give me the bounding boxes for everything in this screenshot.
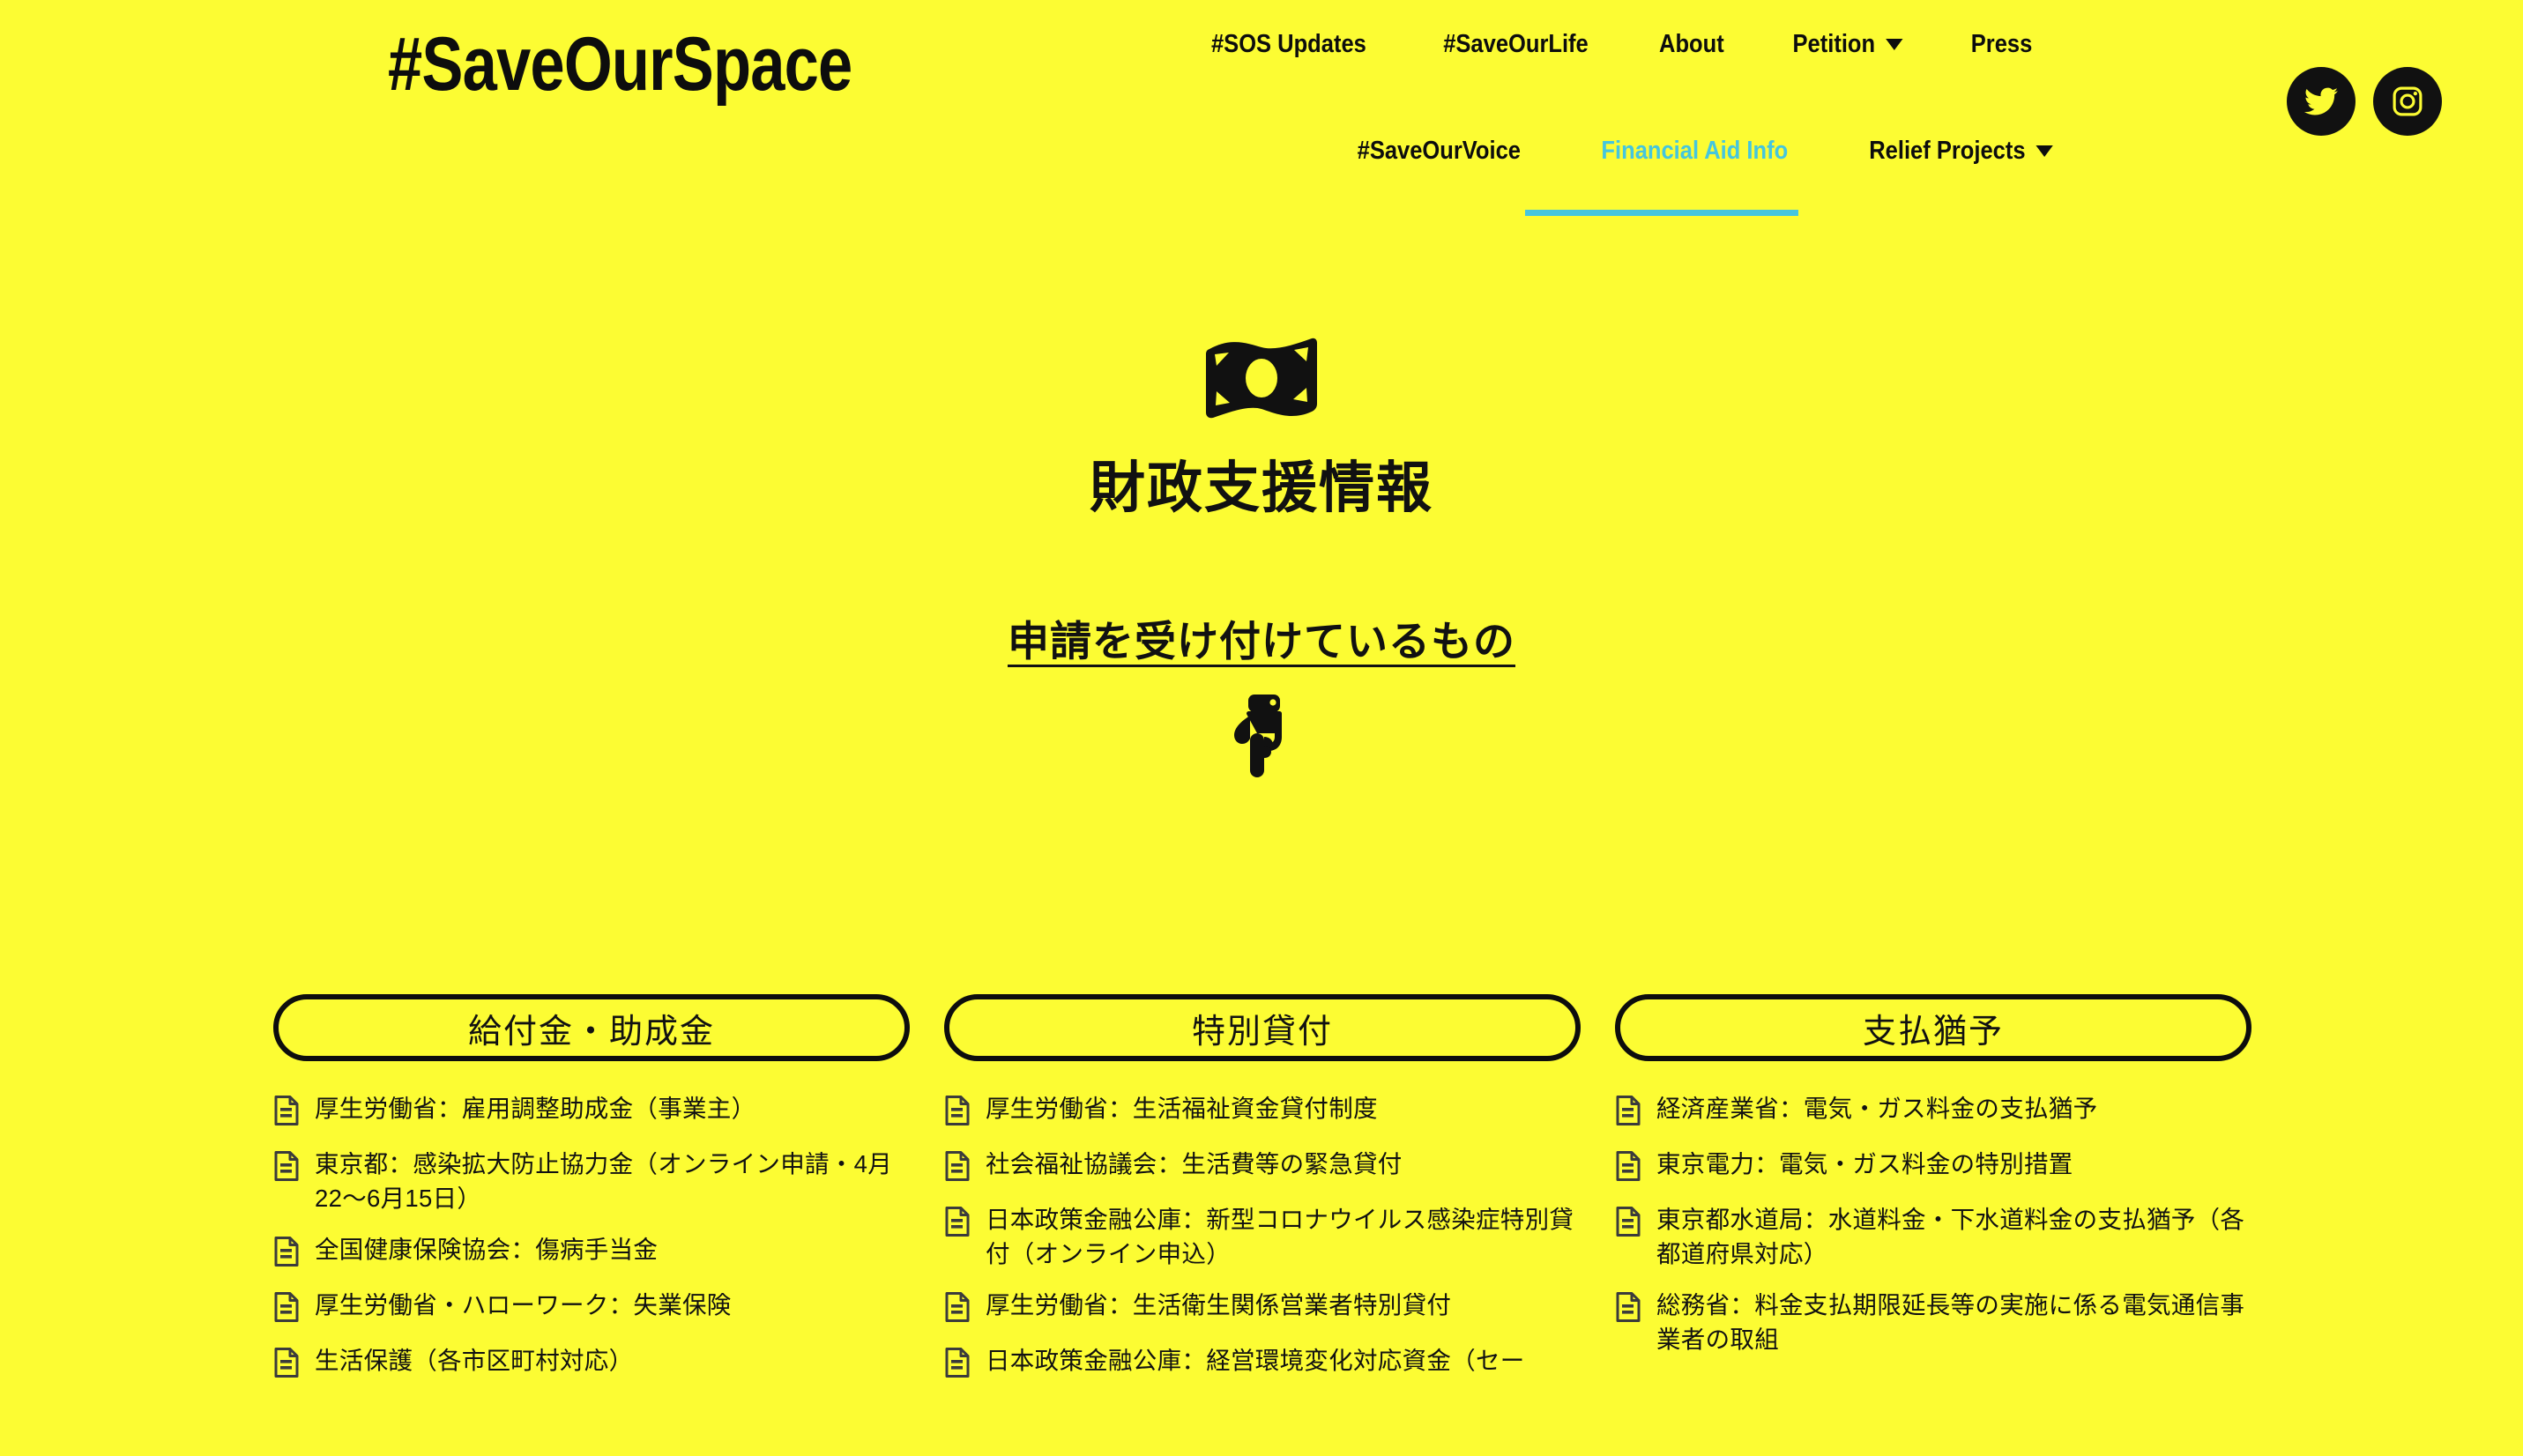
document-icon: [944, 1207, 971, 1241]
list-item[interactable]: 厚生労働省・ハローワーク：失業保険: [273, 1288, 910, 1326]
document-icon: [1615, 1096, 1641, 1130]
nav-item-label: About: [1658, 30, 1724, 58]
nav-item-label: Press: [1970, 30, 2033, 58]
column-header[interactable]: 支払猶予: [1615, 994, 2251, 1061]
list-item-label: 東京都水道局：水道料金・下水道料金の支払猶予（各都道府県対応）: [1656, 1206, 2245, 1268]
nav-item-label: Petition: [1792, 30, 1875, 58]
document-icon: [273, 1237, 300, 1271]
document-icon: [273, 1151, 300, 1185]
list-item[interactable]: 厚生労働省：雇用調整助成金（事業主）: [273, 1091, 910, 1130]
document-icon: [273, 1292, 300, 1326]
aid-column: 給付金・助成金厚生労働省：雇用調整助成金（事業主） 東京都：感染拡大防止協力金（オ…: [273, 994, 910, 1399]
list-item-label: 厚生労働省：生活福祉資金貸付制度: [986, 1095, 1378, 1122]
aid-column: 支払猶予経済産業省：電気・ガス料金の支払猶予 東京電力：電気・ガス料金の特別措置東…: [1615, 994, 2251, 1399]
social-links: [2287, 67, 2442, 136]
site-header: #SaveOurSpace #SOS Updates #SaveOurLife Ab…: [0, 0, 2523, 229]
document-icon: [944, 1096, 971, 1130]
chevron-down-icon: [1886, 39, 1903, 50]
list-item-label: 東京都：感染拡大防止協力金（オンライン申請・4月22〜6月15日）: [315, 1150, 892, 1213]
aid-column: 特別貸付厚生労働省：生活福祉資金貸付制度 社会福祉協議会：生活費等の緊急貸付日本政…: [944, 994, 1581, 1399]
list-item-label: 全国健康保険協会：傷病手当金: [315, 1236, 659, 1264]
nav-item-4[interactable]: Press: [1946, 30, 2058, 59]
list-item[interactable]: 総務省：料金支払期限延長等の実施に係る電気通信事業者の取組: [1615, 1288, 2251, 1356]
page-title: 財政支援情報: [1090, 457, 1433, 519]
list-item[interactable]: 東京電力：電気・ガス料金の特別措置: [1615, 1147, 2251, 1185]
nav-row-primary: #SOS Updates #SaveOurLife About Petition Pre…: [1172, 30, 2065, 59]
nav-item-2[interactable]: About: [1634, 30, 1749, 59]
aid-link-list: 厚生労働省：雇用調整助成金（事業主） 東京都：感染拡大防止協力金（オンライン申請・…: [273, 1091, 910, 1382]
list-item[interactable]: 厚生労働省：生活福祉資金貸付制度: [944, 1091, 1581, 1130]
nav-item-label: #SaveOurLife: [1443, 30, 1589, 58]
nav-item-label: Financial Aid Info: [1601, 137, 1788, 165]
nav-item-0[interactable]: #SOS Updates: [1187, 30, 1391, 59]
nav-item-secondary-1[interactable]: Financial Aid Info: [1576, 137, 1812, 166]
list-item-label: 経済産業省：電気・ガス料金の支払猶予: [1656, 1095, 2098, 1122]
column-header[interactable]: 給付金・助成金: [273, 994, 910, 1061]
document-icon: [944, 1292, 971, 1326]
hero-section: 財政支援情報 申請を受け付けているもの: [0, 335, 2523, 784]
instagram-icon[interactable]: [2373, 67, 2442, 136]
nav-item-1[interactable]: #SaveOurLife: [1418, 30, 1613, 59]
list-item-label: 厚生労働省：生活衛生関係営業者特別貸付: [986, 1291, 1452, 1319]
document-icon: [944, 1348, 971, 1382]
document-icon: [273, 1096, 300, 1130]
chevron-down-icon: [2036, 145, 2054, 157]
aid-link-list: 経済産業省：電気・ガス料金の支払猶予 東京電力：電気・ガス料金の特別措置東京都水道…: [1615, 1091, 2251, 1356]
list-item[interactable]: 東京都水道局：水道料金・下水道料金の支払猶予（各都道府県対応）: [1615, 1202, 2251, 1271]
list-item[interactable]: 生活保護（各市区町村対応）: [273, 1343, 910, 1382]
list-item[interactable]: 社会福祉協議会：生活費等の緊急貸付: [944, 1147, 1581, 1185]
twitter-icon[interactable]: [2287, 67, 2356, 136]
list-item[interactable]: 日本政策金融公庫：新型コロナウイルス感染症特別貸付（オンライン申込）: [944, 1202, 1581, 1271]
nav-item-3[interactable]: Petition: [1768, 30, 1928, 59]
column-header[interactable]: 特別貸付: [944, 994, 1581, 1061]
list-item[interactable]: 全国健康保険協会：傷病手当金: [273, 1232, 910, 1271]
list-item-label: 厚生労働省：雇用調整助成金（事業主）: [315, 1095, 756, 1122]
nav-row-secondary: #SaveOurVoice Financial Aid Info Relief Pr…: [1318, 137, 2095, 166]
list-item-label: 社会福祉協議会：生活費等の緊急貸付: [986, 1150, 1403, 1177]
list-item[interactable]: 日本政策金融公庫：経営環境変化対応資金（セー: [944, 1343, 1581, 1382]
nav-item-label: #SOS Updates: [1210, 30, 1366, 58]
active-nav-underline: [1525, 210, 1798, 216]
list-item-label: 日本政策金融公庫：新型コロナウイルス感染症特別貸付（オンライン申込）: [986, 1206, 1574, 1268]
aid-link-list: 厚生労働省：生活福祉資金貸付制度 社会福祉協議会：生活費等の緊急貸付日本政策金融公…: [944, 1091, 1581, 1382]
section-subheading[interactable]: 申請を受け付けているもの: [1008, 607, 1515, 668]
list-item[interactable]: 厚生労働省：生活衛生関係営業者特別貸付: [944, 1288, 1581, 1326]
list-item[interactable]: 東京都：感染拡大防止協力金（オンライン申請・4月22〜6月15日）: [273, 1147, 910, 1215]
hand-point-down-icon: [0, 694, 2523, 784]
list-item-label: 厚生労働省・ハローワーク：失業保険: [315, 1291, 732, 1319]
list-item-label: 生活保護（各市区町村対応）: [315, 1347, 634, 1375]
document-icon: [944, 1151, 971, 1185]
nav-item-secondary-0[interactable]: #SaveOurVoice: [1332, 137, 1545, 166]
list-item-label: 総務省：料金支払期限延長等の実施に係る電気通信事業者の取組: [1656, 1291, 2245, 1354]
nav-item-label: Relief Projects: [1869, 137, 2026, 165]
money-bill-icon: [1206, 335, 1317, 424]
list-item-label: 日本政策金融公庫：経営環境変化対応資金（セー: [986, 1347, 1525, 1375]
document-icon: [273, 1348, 300, 1382]
document-icon: [1615, 1292, 1641, 1326]
list-item-label: 東京電力：電気・ガス料金の特別措置: [1656, 1150, 2073, 1177]
nav-item-label: #SaveOurVoice: [1357, 137, 1522, 165]
main-navigation: #SOS Updates #SaveOurLife About Petition Pre…: [1146, 0, 2080, 229]
document-icon: [1615, 1151, 1641, 1185]
document-icon: [1615, 1207, 1641, 1241]
site-logo[interactable]: #SaveOurSpace: [388, 26, 852, 102]
aid-category-columns: 給付金・助成金厚生労働省：雇用調整助成金（事業主） 東京都：感染拡大防止協力金（オ…: [273, 994, 2253, 1399]
nav-item-secondary-2[interactable]: Relief Projects: [1844, 137, 2078, 166]
list-item[interactable]: 経済産業省：電気・ガス料金の支払猶予: [1615, 1091, 2251, 1130]
